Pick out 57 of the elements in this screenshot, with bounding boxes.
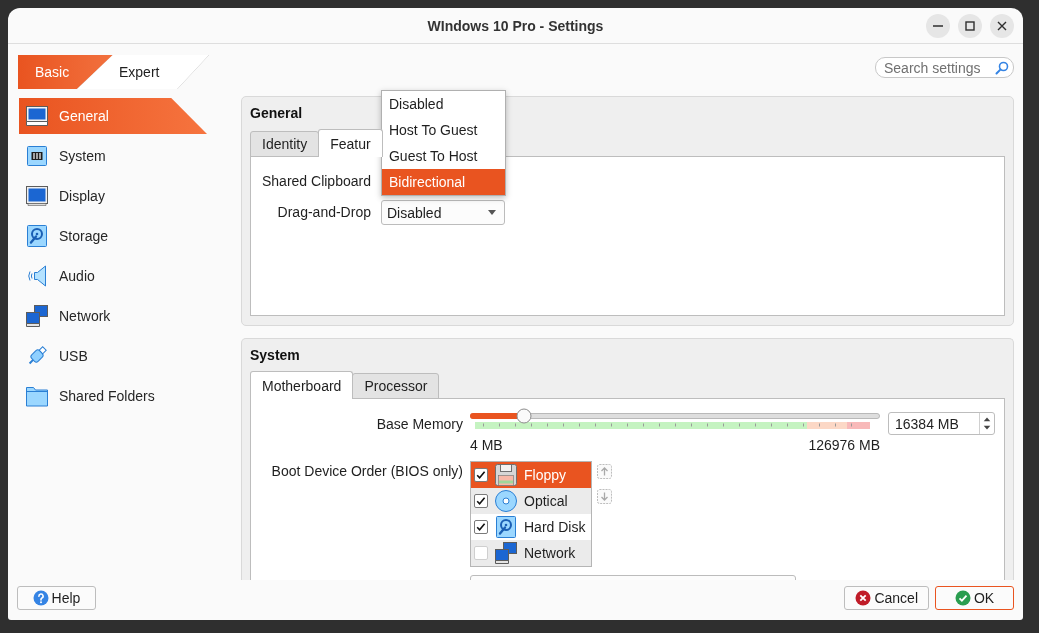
caret-icon <box>487 210 496 215</box>
sidebar-item[interactable]: System <box>19 138 207 174</box>
checkbox[interactable] <box>474 468 488 482</box>
minimize-icon <box>933 24 943 27</box>
menu-item[interactable]: Bidirectional <box>381 169 505 195</box>
tab[interactable]: Processor <box>352 373 440 399</box>
chip-icon <box>25 144 49 168</box>
section-title: General <box>250 104 303 123</box>
slider-thumb[interactable] <box>516 408 532 424</box>
check-circle-icon <box>954 590 971 606</box>
scale-label: 4 MB <box>470 437 503 453</box>
field-label: Boot Device Order (BIOS only) <box>271 462 463 481</box>
menu-item[interactable]: Disabled <box>381 91 505 117</box>
section-title: System <box>250 346 300 365</box>
list-row[interactable]: Floppy <box>471 462 591 488</box>
search-icon <box>995 60 1009 75</box>
speaker-icon <box>25 264 49 288</box>
sidebar-item[interactable]: Audio <box>19 258 207 294</box>
ok-button[interactable]: OK <box>935 586 1014 610</box>
window-title: WIndows 10 Pro - Settings <box>427 17 604 34</box>
sidebar-item[interactable]: Shared Folders <box>19 378 207 414</box>
tab[interactable]: Featur <box>318 129 383 157</box>
memory-spinbox[interactable]: 16384 MB <box>888 412 995 435</box>
cancel-button[interactable]: Cancel <box>844 586 929 610</box>
menu-item[interactable]: Guest To Host <box>381 143 505 169</box>
tab[interactable]: Motherboard <box>250 371 354 399</box>
monitors-icon <box>494 541 518 565</box>
floppy-icon <box>494 463 518 487</box>
search-field[interactable]: Search settings <box>875 57 1014 78</box>
maximize-icon <box>965 20 975 31</box>
field-label: Shared Clipboard <box>262 172 371 191</box>
minimize-button[interactable] <box>926 13 950 38</box>
tab[interactable]: Identity <box>250 131 320 157</box>
list-row[interactable]: Network <box>471 540 591 566</box>
close-icon <box>997 20 1007 31</box>
list-row[interactable]: Optical <box>471 488 591 514</box>
close-button[interactable] <box>990 13 1014 38</box>
disc-icon <box>494 489 518 513</box>
question-circle-icon <box>32 590 49 606</box>
field-label: Base Memory <box>376 415 463 434</box>
sidebar-item[interactable]: Network <box>19 298 207 334</box>
monitors-icon <box>25 304 49 328</box>
monitor-icon <box>25 184 49 208</box>
checkbox[interactable] <box>474 520 488 534</box>
field-label: Drag-and-Drop <box>277 203 371 222</box>
sidebar-item[interactable]: Storage <box>19 218 207 254</box>
menu-item[interactable]: Host To Guest <box>381 117 505 143</box>
sidebar-item[interactable]: Display <box>19 178 207 214</box>
help-button[interactable]: Help <box>17 586 96 610</box>
scale-label: 126976 MB <box>808 437 880 453</box>
maximize-button[interactable] <box>958 13 982 38</box>
monitor-icon <box>25 104 49 128</box>
x-circle-icon <box>855 590 872 606</box>
folder-icon <box>25 384 49 408</box>
select-field[interactable]: Disabled <box>380 200 505 225</box>
checkbox[interactable] <box>474 494 488 508</box>
sidebar-item[interactable]: USB <box>19 338 207 374</box>
